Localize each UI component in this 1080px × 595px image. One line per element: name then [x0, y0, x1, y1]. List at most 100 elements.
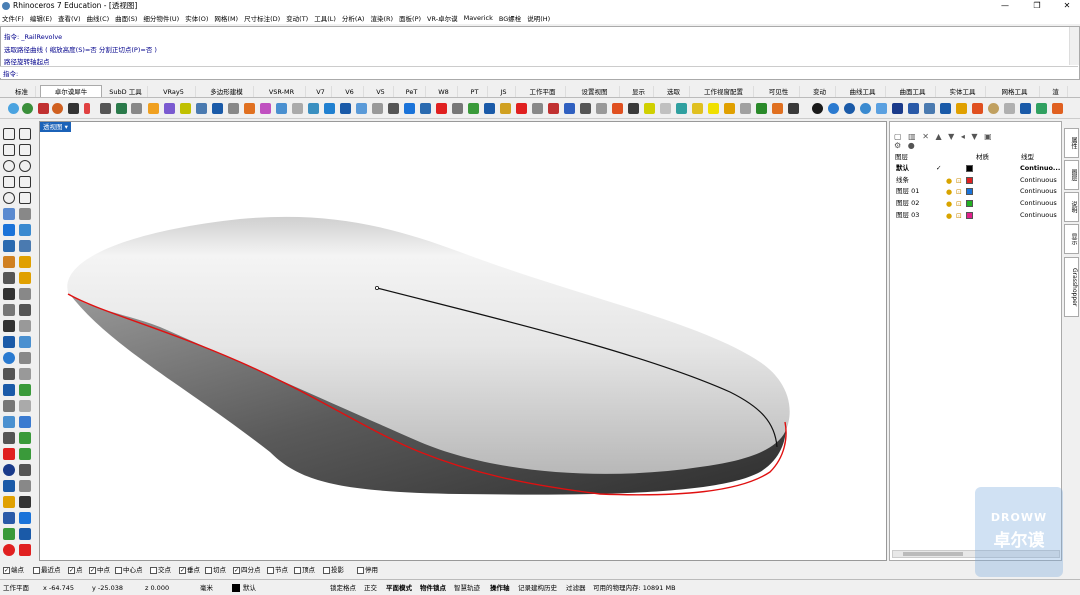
- measure-tool-icon[interactable]: [3, 528, 15, 540]
- menu-render[interactable]: 渲染(R): [370, 13, 393, 23]
- save-icon[interactable]: [972, 103, 983, 114]
- group-tool-icon[interactable]: [3, 336, 15, 348]
- scale-tool-icon[interactable]: [19, 400, 31, 412]
- text-icon[interactable]: [596, 103, 607, 114]
- light-bulb-icon[interactable]: ●: [946, 211, 952, 222]
- osnap-tangent[interactable]: 切点: [205, 566, 226, 575]
- status-filter[interactable]: 过滤器: [566, 583, 586, 593]
- environment-icon[interactable]: [1020, 103, 1031, 114]
- osnap-center[interactable]: 中心点: [115, 566, 143, 575]
- dimension-icon[interactable]: [580, 103, 591, 114]
- menu-curve[interactable]: 曲线(C): [87, 13, 110, 23]
- tab-poly[interactable]: 多边形建模: [200, 86, 254, 97]
- osnap-knot[interactable]: 节点: [267, 566, 288, 575]
- tab-pet[interactable]: PeT: [398, 86, 426, 97]
- status-planar[interactable]: 平面模式: [386, 583, 412, 593]
- osnap-icon[interactable]: [676, 103, 687, 114]
- frame-icon[interactable]: [892, 103, 903, 114]
- tab-pt[interactable]: PT: [462, 86, 488, 97]
- status-ortho[interactable]: 正交: [364, 583, 377, 593]
- tab-layers[interactable]: 图层: [1064, 160, 1079, 190]
- globe-icon[interactable]: [22, 103, 33, 114]
- tab-grasshopper[interactable]: Grasshopper: [1064, 257, 1079, 317]
- rebuild-icon[interactable]: [484, 103, 495, 114]
- light-bulb-icon[interactable]: ●: [946, 199, 952, 210]
- menu-solid[interactable]: 实体(O): [185, 13, 208, 23]
- tab-viewport-layout[interactable]: 工作视窗配置: [694, 86, 754, 97]
- grid-tool-icon[interactable]: [3, 368, 15, 380]
- status-layer[interactable]: 默认: [243, 583, 256, 593]
- menu-bg[interactable]: BG螺栓: [499, 13, 521, 23]
- mail-icon[interactable]: [19, 544, 31, 556]
- select-arrow-icon[interactable]: [3, 128, 15, 140]
- hammer-icon[interactable]: [19, 320, 31, 332]
- join-icon[interactable]: [452, 103, 463, 114]
- copy-tool-icon[interactable]: [3, 384, 15, 396]
- freeform-tool-icon[interactable]: [19, 192, 31, 204]
- arc-tool-icon[interactable]: [3, 192, 15, 204]
- texture-icon[interactable]: [1004, 103, 1015, 114]
- ellipse-tool-icon[interactable]: [19, 160, 31, 172]
- grid-icon[interactable]: [180, 103, 191, 114]
- revolve-icon[interactable]: [228, 103, 239, 114]
- material-ball-icon[interactable]: [52, 103, 63, 114]
- star-icon[interactable]: [692, 103, 703, 114]
- layer-row-03[interactable]: 图层 03 ● ⊡ Continuous: [891, 210, 1061, 221]
- sun-icon[interactable]: [164, 103, 175, 114]
- osnap-endpoint[interactable]: ✓ 端点: [3, 566, 24, 575]
- panel-icon[interactable]: [924, 103, 935, 114]
- check-icon[interactable]: [19, 384, 31, 396]
- split-tool-icon[interactable]: [3, 304, 15, 316]
- osnap-point[interactable]: ✓ 点: [68, 566, 83, 575]
- match-icon[interactable]: [500, 103, 511, 114]
- block-tool-icon[interactable]: [19, 336, 31, 348]
- zebra-icon[interactable]: [548, 103, 559, 114]
- menu-file[interactable]: 文件(F): [2, 13, 24, 23]
- light-bulb-icon[interactable]: ●: [946, 187, 952, 198]
- layer-row-01[interactable]: 图层 01 ● ⊡ Continuous: [891, 186, 1061, 197]
- circle-tool-icon[interactable]: [3, 160, 15, 172]
- hatch-icon[interactable]: [612, 103, 623, 114]
- render-tool-icon[interactable]: [19, 448, 31, 460]
- record-icon[interactable]: [3, 544, 15, 556]
- trim-icon[interactable]: [436, 103, 447, 114]
- network-icon[interactable]: [292, 103, 303, 114]
- spark-icon[interactable]: [19, 256, 31, 268]
- menu-subd[interactable]: 细分物件(U): [143, 13, 179, 23]
- layer-row-lines[interactable]: 线条 ● ⊡ Continuous: [891, 175, 1061, 186]
- join-tool-icon[interactable]: [19, 304, 31, 316]
- cylinder-icon[interactable]: [860, 103, 871, 114]
- save-tool-icon[interactable]: [19, 496, 31, 508]
- pipe-icon[interactable]: [876, 103, 887, 114]
- line-tool-icon[interactable]: [19, 144, 31, 156]
- curve-icon[interactable]: [724, 103, 735, 114]
- window-icon[interactable]: [908, 103, 919, 114]
- tab-cplane[interactable]: 工作平面: [520, 86, 566, 97]
- menu-dimension[interactable]: 尺寸标注(D): [244, 13, 280, 23]
- offset-icon[interactable]: [356, 103, 367, 114]
- draft-icon[interactable]: [564, 103, 575, 114]
- status-osnap[interactable]: 物件锁点: [420, 583, 446, 593]
- cone-icon[interactable]: [844, 103, 855, 114]
- blend-icon[interactable]: [308, 103, 319, 114]
- box-tool-icon[interactable]: [3, 224, 15, 236]
- tab-standard[interactable]: 标准: [8, 86, 36, 97]
- rectangle-tool-icon[interactable]: [19, 176, 31, 188]
- boolean-tool-icon[interactable]: [3, 256, 15, 268]
- perspective-viewport[interactable]: 透视图 ▾: [39, 121, 887, 561]
- command-scrollbar[interactable]: [1069, 27, 1079, 65]
- lock-icon[interactable]: ⊡: [956, 199, 962, 210]
- osnap-near[interactable]: 最近点: [33, 566, 61, 575]
- point-icon[interactable]: [740, 103, 751, 114]
- menu-panels[interactable]: 面板(P): [399, 13, 421, 23]
- menu-tools[interactable]: 工具(L): [314, 13, 336, 23]
- tab-properties[interactable]: 属性: [1064, 128, 1079, 158]
- layer-color-swatch[interactable]: [966, 165, 973, 172]
- layer-color-swatch[interactable]: [966, 177, 973, 184]
- highlight-icon[interactable]: [708, 103, 719, 114]
- command-prompt[interactable]: 指令:: [0, 66, 1078, 78]
- tab-display[interactable]: 显示: [624, 86, 654, 97]
- polyline-tool-icon[interactable]: [3, 144, 15, 156]
- menu-vr[interactable]: VR-卓尔谟: [427, 13, 458, 23]
- status-grid-snap[interactable]: 锁定格点: [330, 583, 356, 593]
